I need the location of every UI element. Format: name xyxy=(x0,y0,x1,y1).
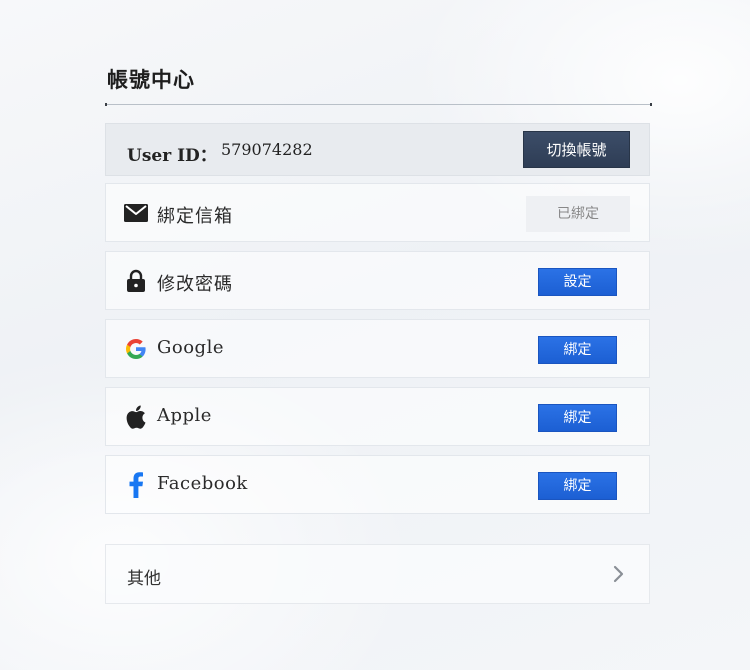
google-row: Google 綁定 xyxy=(105,319,650,378)
bind-email-row: 綁定信箱 已綁定 xyxy=(105,183,650,242)
title-divider xyxy=(105,103,652,106)
switch-account-button[interactable]: 切換帳號 xyxy=(523,131,630,168)
mail-icon xyxy=(123,200,149,226)
user-id-label: User ID： xyxy=(127,146,217,166)
user-id-row: User ID： 579074282 切換帳號 xyxy=(105,123,650,176)
other-row[interactable]: 其他 xyxy=(105,544,650,604)
google-icon xyxy=(123,336,149,362)
user-id-value: 579074282 xyxy=(221,140,313,159)
chevron-right-icon xyxy=(612,565,626,583)
facebook-label: Facebook xyxy=(157,473,248,494)
other-label: 其他 xyxy=(127,569,161,589)
email-bound-status: 已綁定 xyxy=(526,196,630,232)
change-password-row: 修改密碼 設定 xyxy=(105,251,650,310)
set-password-button[interactable]: 設定 xyxy=(538,268,617,296)
facebook-row: Facebook 綁定 xyxy=(105,455,650,514)
apple-label: Apple xyxy=(157,405,212,426)
change-password-label: 修改密碼 xyxy=(157,274,233,295)
google-label: Google xyxy=(157,337,224,358)
page-title: 帳號中心 xyxy=(107,68,195,92)
facebook-icon xyxy=(123,472,149,498)
bind-facebook-button[interactable]: 綁定 xyxy=(538,472,617,500)
bind-google-button[interactable]: 綁定 xyxy=(538,336,617,364)
bind-apple-button[interactable]: 綁定 xyxy=(538,404,617,432)
bind-email-label: 綁定信箱 xyxy=(157,206,233,227)
apple-icon xyxy=(123,404,149,430)
apple-row: Apple 綁定 xyxy=(105,387,650,446)
lock-icon xyxy=(123,268,149,294)
